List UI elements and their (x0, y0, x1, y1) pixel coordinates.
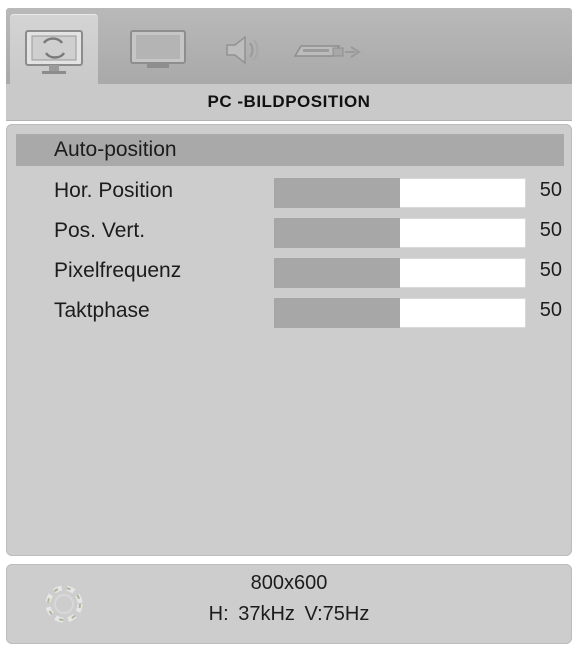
menu-item-auto-position[interactable]: Auto-position (16, 134, 564, 166)
source-connector-icon (289, 30, 365, 70)
menu-item-label: Hor. Position (54, 179, 174, 202)
menu-item-label: Pixelfrequenz (54, 259, 182, 282)
tab-bar (6, 8, 572, 88)
tab-pc[interactable] (10, 14, 98, 88)
slider-value: 50 (539, 259, 562, 281)
menu-item-label: Pos. Vert. (54, 219, 146, 242)
taktphase-slider[interactable] (274, 298, 526, 328)
tv-screen-icon (127, 27, 189, 73)
page-title: PC -BILDPOSITION (207, 92, 371, 111)
slider-value: 50 (539, 299, 562, 321)
tab-sound[interactable] (212, 16, 274, 84)
resolution-text: 800x600 (250, 572, 328, 594)
frequency-text: H: 37kHz V:75Hz (208, 603, 370, 625)
signal-info-panel: 800x600 H: 37kHz V:75Hz (6, 564, 572, 644)
menu-item-taktphase[interactable]: Taktphase 50 (16, 295, 564, 328)
hor-position-slider[interactable] (274, 178, 526, 208)
pc-monitor-refresh-icon (22, 25, 86, 77)
menu-item-label: Auto-position (54, 138, 177, 161)
menu-item-pixelfrequenz[interactable]: Pixelfrequenz 50 (16, 255, 564, 288)
title-bar: PC -BILDPOSITION (6, 84, 572, 121)
slider-value: 50 (539, 179, 562, 201)
osd-menu: PC -BILDPOSITION Auto-position Hor. Posi… (6, 8, 572, 644)
settings-panel: Auto-position Hor. Position 50 Pos. Vert… (6, 124, 572, 556)
menu-item-pos-vert[interactable]: Pos. Vert. 50 (16, 215, 564, 248)
speaker-sound-icon (221, 30, 265, 70)
slider-value: 50 (539, 219, 562, 241)
slider-fill (274, 178, 400, 208)
menu-item-label: Taktphase (54, 299, 150, 322)
pos-vert-slider[interactable] (274, 218, 526, 248)
menu-item-hor-position[interactable]: Hor. Position 50 (16, 175, 564, 208)
slider-fill (274, 258, 400, 288)
slider-fill (274, 218, 400, 248)
slider-fill (274, 298, 400, 328)
tab-source[interactable] (284, 16, 370, 84)
tab-picture[interactable] (118, 16, 198, 84)
pixelfrequenz-slider[interactable] (274, 258, 526, 288)
